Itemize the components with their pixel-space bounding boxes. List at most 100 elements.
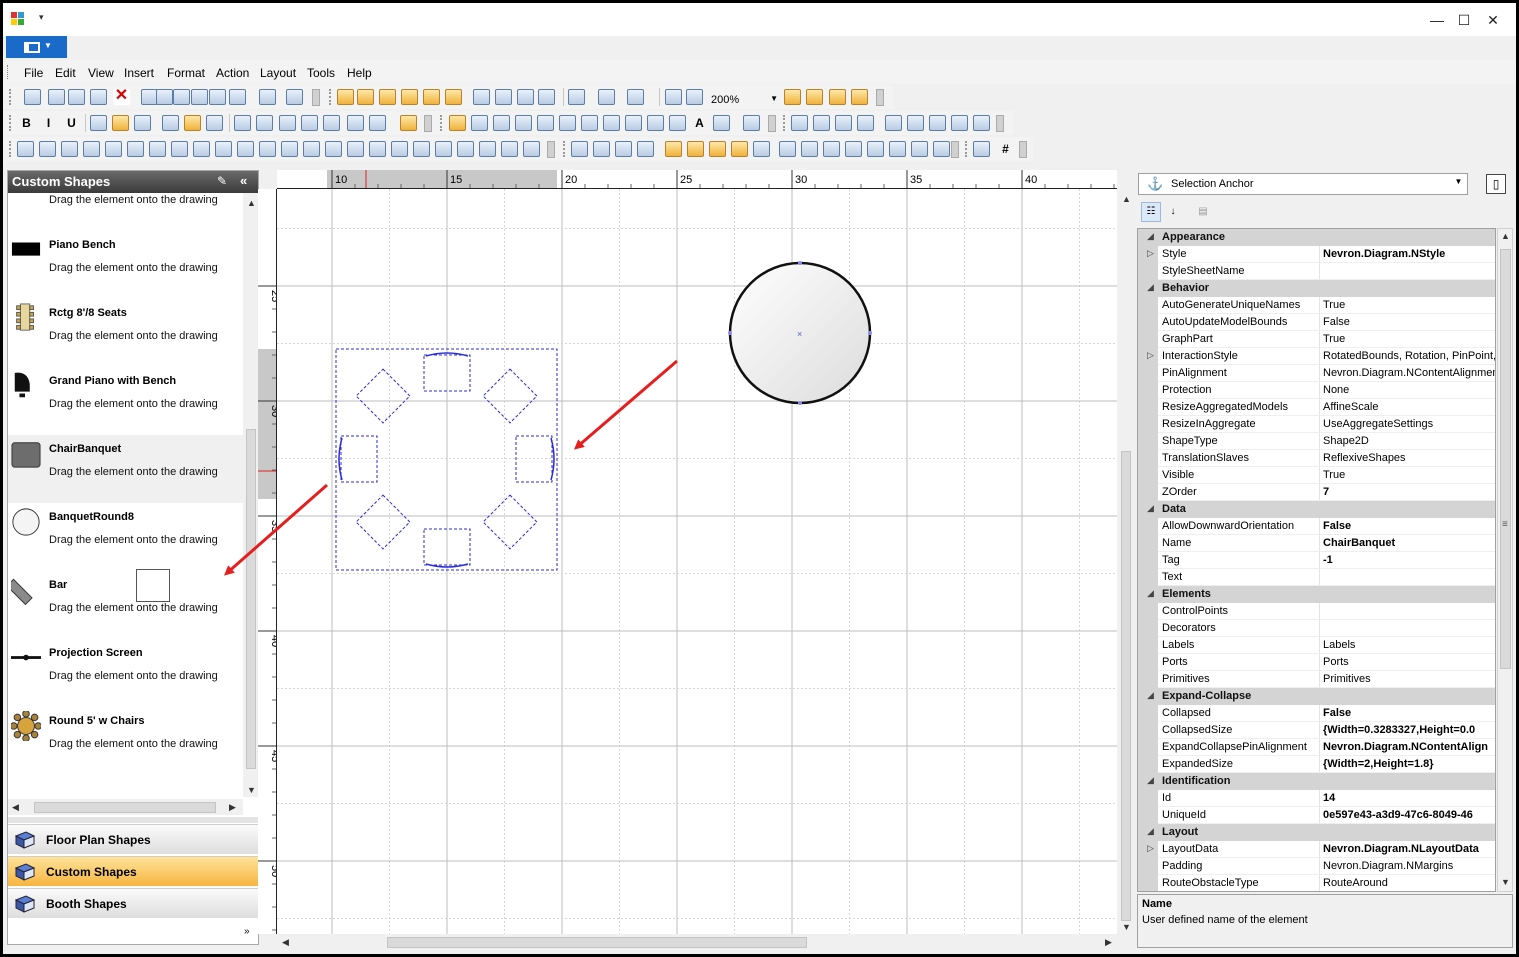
property-value[interactable]: 0e597e43-a3d9-47c6-8049-46 — [1319, 807, 1495, 823]
grid-toggle-icon[interactable] — [337, 89, 354, 105]
toolbar-grip[interactable] — [7, 65, 10, 79]
property-category[interactable]: ◢ Behavior — [1138, 280, 1495, 297]
guides-toggle-icon[interactable] — [379, 89, 396, 105]
arrange-action-5-icon[interactable] — [665, 141, 682, 157]
property-value[interactable]: Nevron.Diagram.NLayoutData — [1319, 841, 1495, 857]
line-color-icon[interactable] — [256, 115, 273, 131]
property-value[interactable]: False — [1319, 314, 1495, 330]
underline-button[interactable]: U — [63, 115, 80, 131]
toolbar-grip[interactable] — [440, 115, 443, 131]
library-shape-item[interactable]: BanquetRound8 Drag the element onto the d… — [8, 503, 243, 571]
rectangle-tool-icon[interactable] — [471, 115, 488, 131]
toolbar-grip[interactable] — [563, 141, 566, 157]
text-mode-icon[interactable] — [829, 89, 846, 105]
layout-action-15-icon[interactable] — [325, 141, 342, 157]
arrange-action-8-icon[interactable] — [731, 141, 748, 157]
property-category[interactable]: ◢ Appearance — [1138, 229, 1495, 246]
layout-action-21-icon[interactable] — [457, 141, 474, 157]
scrollbar-thumb[interactable] — [34, 802, 216, 813]
freeform-tool-icon[interactable] — [743, 115, 760, 131]
scroll-up-icon[interactable]: ▲ — [1501, 231, 1510, 241]
more-groups-icon[interactable]: » — [244, 926, 250, 937]
property-value[interactable]: {Width=2,Height=1.8} — [1319, 756, 1495, 772]
library-shape-item[interactable]: Projection Screen Drag the element onto t… — [8, 639, 243, 707]
scroll-down-icon[interactable]: ▼ — [1122, 922, 1131, 932]
scroll-up-icon[interactable]: ▲ — [247, 198, 256, 208]
panel-splitter[interactable] — [8, 817, 258, 823]
layout-action-10-icon[interactable] — [215, 141, 232, 157]
toolbar-overflow-button[interactable] — [768, 115, 776, 132]
arrange-action-16-icon[interactable] — [911, 141, 928, 157]
grid-settings-icon[interactable] — [568, 89, 585, 105]
pointer-tool-icon[interactable] — [449, 115, 466, 131]
property-value[interactable]: Labels — [1319, 637, 1495, 653]
collapse-icon[interactable]: ◢ — [1147, 826, 1154, 837]
property-value[interactable]: True — [1319, 331, 1495, 347]
collapse-icon[interactable]: ◢ — [1147, 503, 1154, 514]
view1-icon[interactable] — [885, 115, 902, 131]
property-pages-button[interactable]: ▯ — [1486, 174, 1506, 194]
property-value[interactable]: ChairBanquet — [1319, 535, 1495, 551]
layout-icon[interactable] — [473, 89, 490, 105]
polyline-tool-icon[interactable] — [559, 115, 576, 131]
scroll-down-icon[interactable]: ▼ — [247, 785, 256, 795]
layout-action-5-icon[interactable] — [105, 141, 122, 157]
align-top-icon[interactable] — [162, 115, 179, 131]
open-icon[interactable] — [813, 115, 830, 131]
property-row[interactable]: AllowDownwardOrientation False — [1138, 518, 1495, 535]
object-selector-combo[interactable]: ⚓ Selection Anchor ▼ — [1138, 173, 1468, 195]
property-value[interactable] — [1319, 603, 1495, 619]
toolbar-overflow-button[interactable] — [547, 141, 555, 158]
layout-action-4-icon[interactable] — [83, 141, 100, 157]
scrollbar-thumb[interactable] — [1121, 451, 1131, 921]
property-row[interactable]: Visible True — [1138, 467, 1495, 484]
grid-number-icon[interactable]: # — [997, 141, 1014, 157]
canvas-vertical-scrollbar[interactable]: ▲ ▼ — [1118, 189, 1134, 934]
chevron-down-icon[interactable]: ▼ — [1452, 177, 1465, 191]
layout-action-6-icon[interactable] — [127, 141, 144, 157]
layout-action-16-icon[interactable] — [347, 141, 364, 157]
toolbar-overflow-button[interactable] — [1019, 141, 1027, 158]
scrollbar-thumb[interactable] — [387, 937, 807, 948]
expand-icon[interactable]: ▷ — [1147, 843, 1154, 854]
menu-layout[interactable]: Layout — [260, 66, 296, 80]
pan-mode-icon[interactable] — [851, 89, 868, 105]
property-row[interactable]: ResizeAggregatedModels AffineScale — [1138, 399, 1495, 416]
shadow-icon[interactable] — [279, 115, 296, 131]
collapse-icon[interactable]: ◢ — [1147, 775, 1154, 786]
layout-action-17-icon[interactable] — [369, 141, 386, 157]
align-middle-icon[interactable] — [184, 115, 201, 131]
arc-tool-icon[interactable] — [537, 115, 554, 131]
property-value[interactable]: AffineScale — [1319, 399, 1495, 415]
property-category[interactable]: ◢ Data — [1138, 501, 1495, 518]
view5-icon[interactable] — [973, 115, 990, 131]
arrange-action-2-icon[interactable] — [593, 141, 610, 157]
menu-tools[interactable]: Tools — [307, 66, 335, 80]
arrange-action-6-icon[interactable] — [687, 141, 704, 157]
library-shape-item[interactable]: Grand PianoDrag the element onto the dra… — [8, 193, 243, 231]
delete-icon[interactable]: ✕ — [113, 88, 130, 105]
property-value[interactable] — [1319, 620, 1495, 636]
maximize-button[interactable]: ☐ — [1450, 9, 1478, 31]
close-button[interactable]: ✕ — [1479, 9, 1507, 31]
menu-edit[interactable]: Edit — [55, 66, 76, 80]
menu-help[interactable]: Help — [347, 66, 372, 80]
connector-tool-icon[interactable] — [713, 115, 730, 131]
minimize-button[interactable]: — — [1423, 9, 1451, 31]
arrow-right-icon[interactable] — [347, 115, 364, 131]
scrollbar-thumb[interactable] — [1500, 249, 1511, 669]
ruler-toggle-icon[interactable] — [357, 89, 374, 105]
property-row[interactable]: Primitives Primitives — [1138, 671, 1495, 688]
property-row[interactable]: RouteObstacleType RouteAround — [1138, 875, 1495, 891]
align-center-icon[interactable] — [112, 115, 129, 131]
collapse-panel-button[interactable]: « — [240, 173, 247, 188]
bezier-tool-icon[interactable] — [647, 115, 664, 131]
scroll-right-icon[interactable]: ▶ — [229, 802, 236, 813]
cut-icon[interactable] — [48, 89, 65, 105]
library-shape-item[interactable]: Round 5' w Chairs Drag the element onto t… — [8, 707, 243, 775]
toolbar-grip[interactable] — [9, 141, 12, 157]
zoom-out-icon[interactable] — [686, 89, 703, 105]
layout-action-13-icon[interactable] — [281, 141, 298, 157]
expand-icon[interactable]: ▷ — [1147, 248, 1154, 259]
property-value[interactable]: True — [1319, 467, 1495, 483]
